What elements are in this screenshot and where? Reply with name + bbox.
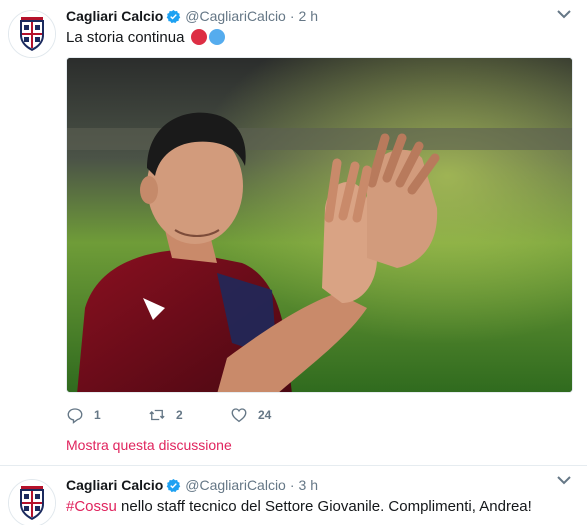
tweet[interactable]: Cagliari Calcio @CagliariCalcio · 3 h #C… (0, 466, 587, 525)
verified-badge-icon (166, 478, 181, 493)
chevron-down-icon[interactable] (557, 9, 571, 19)
author-name[interactable]: Cagliari Calcio (66, 8, 163, 24)
timestamp[interactable]: 3 h (299, 477, 318, 493)
author-name[interactable]: Cagliari Calcio (66, 477, 163, 493)
retweet-count: 2 (176, 408, 183, 422)
author-handle[interactable]: @CagliariCalcio (185, 477, 286, 493)
like-count: 24 (258, 408, 272, 422)
tweet-text: #Cossu nello staff tecnico del Settore G… (66, 497, 532, 517)
player-applauding-photo (67, 58, 572, 392)
reply-button[interactable]: 1 (66, 406, 148, 424)
tweet-header: Cagliari Calcio @CagliariCalcio · 2 h (66, 6, 318, 26)
tweet-text-content: nello staff tecnico del Settore Giovanil… (116, 498, 532, 515)
like-button[interactable]: 24 (230, 406, 320, 424)
hashtag-link[interactable]: #Cossu (66, 498, 117, 515)
red-circle-emoji-icon (190, 29, 207, 45)
separator-dot: · (289, 477, 295, 493)
reply-count: 1 (94, 408, 101, 422)
like-icon (231, 408, 247, 423)
tweet[interactable]: Cagliari Calcio @CagliariCalcio · 2 h La… (0, 0, 587, 465)
verified-badge-icon (166, 9, 181, 24)
reply-icon (67, 408, 83, 424)
retweet-icon (149, 409, 165, 421)
cagliari-crest-icon (9, 480, 55, 525)
tweet-actions: 1 2 24 (66, 405, 320, 425)
avatar[interactable] (8, 479, 56, 525)
timestamp[interactable]: 2 h (299, 8, 318, 24)
tweet-header: Cagliari Calcio @CagliariCalcio · 3 h (66, 475, 318, 495)
chevron-down-icon[interactable] (557, 475, 571, 485)
tweet-text: La storia continua (66, 28, 225, 48)
cagliari-crest-icon (9, 11, 55, 57)
show-thread-link[interactable]: Mostra questa discussione (66, 437, 232, 453)
tweet-text-content: La storia continua (66, 29, 185, 46)
blue-circle-emoji-icon (208, 29, 225, 45)
tweet-photo[interactable] (66, 57, 573, 393)
avatar[interactable] (8, 10, 56, 58)
separator-dot: · (289, 8, 295, 24)
author-handle[interactable]: @CagliariCalcio (185, 8, 286, 24)
retweet-button[interactable]: 2 (148, 406, 230, 424)
